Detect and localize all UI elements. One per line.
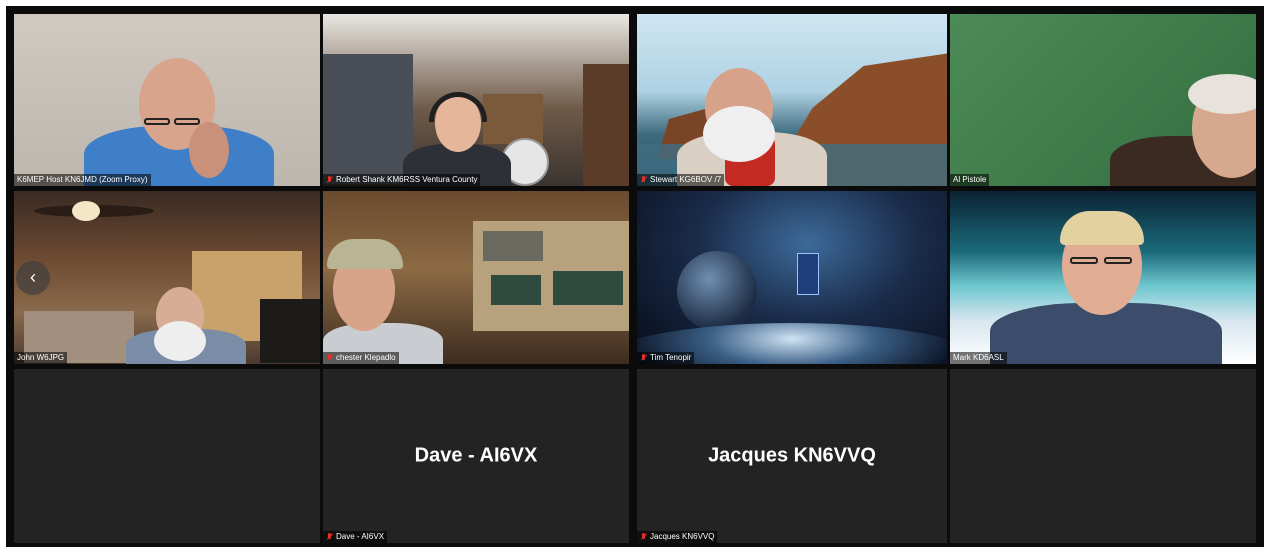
video-feed [14, 191, 320, 364]
participant-tile-john[interactable]: John W6JPG [14, 191, 320, 364]
participant-tile-stewart[interactable]: Stewart KG6BOV /7 [637, 14, 947, 186]
participant-name: Robert Shank KM6RSS Ventura County [336, 175, 478, 184]
participant-name-tag: Robert Shank KM6RSS Ventura County [323, 174, 481, 186]
participant-name: Jacques KN6VVQ [650, 532, 715, 541]
gallery-view: K6MEP Host KN6JMD (Zoom Proxy) Robert Sh… [6, 6, 1264, 547]
video-feed [14, 14, 320, 186]
video-feed [637, 191, 947, 364]
mic-muted-icon [326, 354, 333, 362]
empty-tile-left [14, 369, 320, 543]
video-feed [323, 14, 629, 186]
mic-muted-icon [640, 354, 647, 362]
participant-name-tag: chester Klepadlo [323, 352, 399, 364]
participant-name-tag: John W6JPG [14, 352, 68, 364]
participant-tile-chester[interactable]: chester Klepadlo [323, 191, 629, 364]
participant-tile-al[interactable]: Al Pistole [950, 14, 1256, 186]
participant-name-tag: Tim Tenopir [637, 352, 695, 364]
mic-muted-icon [640, 533, 647, 541]
participant-tile-jacques[interactable]: Jacques KN6VVQ Jacques KN6VVQ [637, 369, 947, 543]
participant-name: Tim Tenopir [650, 353, 692, 362]
participant-tile-tim[interactable]: Tim Tenopir [637, 191, 947, 364]
participant-tile-mark-active-speaker[interactable]: Mark KD6ASL [950, 191, 1256, 364]
mic-muted-icon [326, 533, 333, 541]
video-feed [950, 14, 1256, 186]
participant-display-name: Jacques KN6VVQ [708, 444, 876, 467]
mic-muted-icon [326, 176, 333, 184]
participant-tile-k6mep[interactable]: K6MEP Host KN6JMD (Zoom Proxy) [14, 14, 320, 186]
participant-name: Mark KD6ASL [953, 353, 1004, 362]
chevron-left-icon: ‹ [30, 267, 36, 287]
participant-tile-dave[interactable]: Dave - AI6VX Dave - AI6VX [323, 369, 629, 543]
mic-muted-icon [640, 176, 647, 184]
video-feed [323, 191, 629, 364]
participant-name: K6MEP Host KN6JMD (Zoom Proxy) [17, 175, 148, 184]
participant-tile-robert[interactable]: Robert Shank KM6RSS Ventura County [323, 14, 629, 186]
participant-name: Stewart KG6BOV /7 [650, 175, 722, 184]
video-feed [950, 191, 1256, 364]
participant-name: chester Klepadlo [336, 353, 396, 362]
previous-page-button[interactable]: ‹ [16, 261, 50, 295]
participant-name: Dave - AI6VX [336, 532, 385, 541]
participant-display-name: Dave - AI6VX [414, 444, 538, 467]
participant-name-tag: Stewart KG6BOV /7 [637, 174, 725, 186]
participant-name-tag: Mark KD6ASL [950, 352, 1007, 364]
participant-name: Al Pistole [953, 175, 987, 184]
participant-name-tag: K6MEP Host KN6JMD (Zoom Proxy) [14, 174, 151, 186]
video-feed [637, 14, 947, 186]
participant-name-tag: Dave - AI6VX [323, 531, 388, 543]
participant-name-tag: Al Pistole [950, 174, 990, 186]
participant-name: John W6JPG [17, 353, 65, 362]
empty-tile-right [950, 369, 1256, 543]
participant-name-tag: Jacques KN6VVQ [637, 531, 718, 543]
